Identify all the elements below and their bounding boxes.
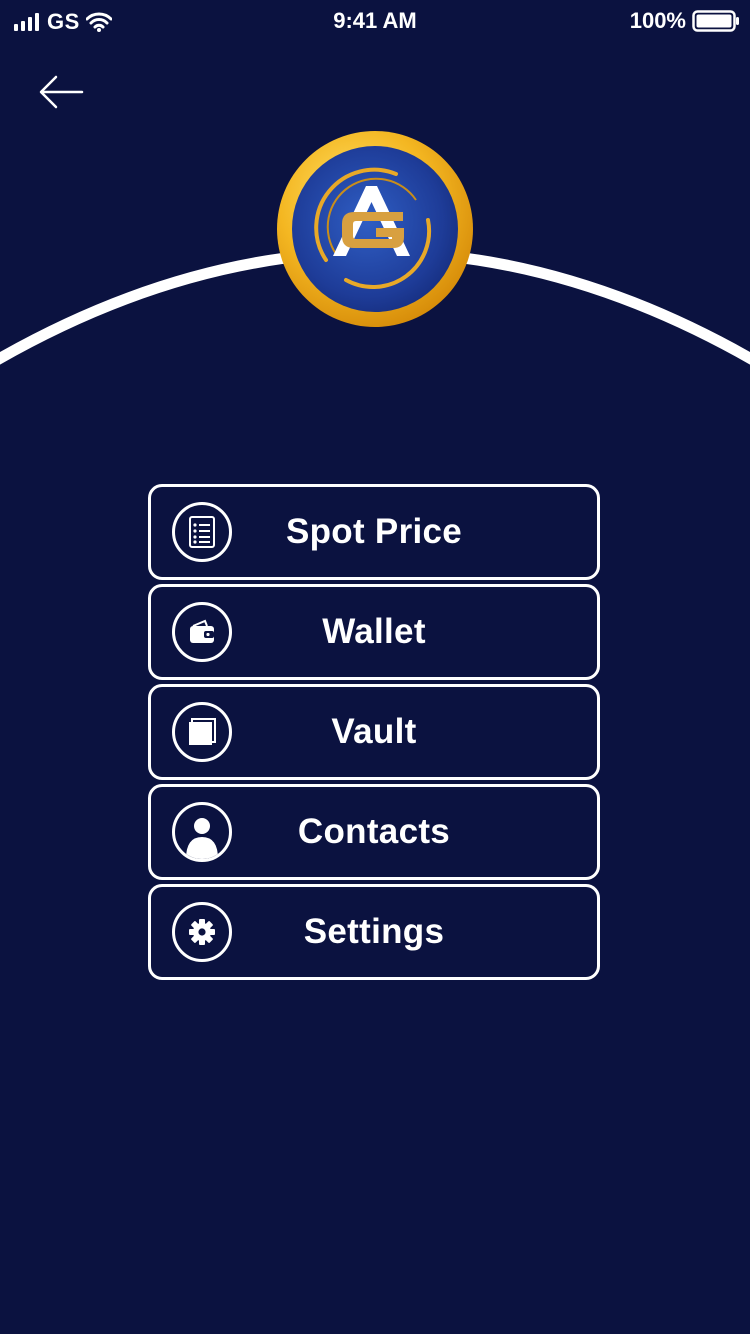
menu-item-label: Vault xyxy=(331,712,417,751)
main-menu: Spot Price Wallet Vault Contacts Setting… xyxy=(148,484,600,984)
wallet-icon xyxy=(172,602,232,662)
app-logo xyxy=(277,131,473,327)
wallet-button[interactable]: Wallet xyxy=(148,584,600,680)
vault-button[interactable]: Vault xyxy=(148,684,600,780)
contacts-button[interactable]: Contacts xyxy=(148,784,600,880)
user-icon xyxy=(172,802,232,862)
menu-item-label: Contacts xyxy=(297,812,451,851)
menu-item-label: Wallet xyxy=(322,612,426,651)
settings-button[interactable]: Settings xyxy=(148,884,600,980)
gear-icon xyxy=(172,902,232,962)
menu-item-label: Settings xyxy=(303,912,445,951)
spot-price-button[interactable]: Spot Price xyxy=(148,484,600,580)
menu-item-label: Spot Price xyxy=(285,512,463,551)
vault-icon xyxy=(172,702,232,762)
list-document-icon xyxy=(172,502,232,562)
